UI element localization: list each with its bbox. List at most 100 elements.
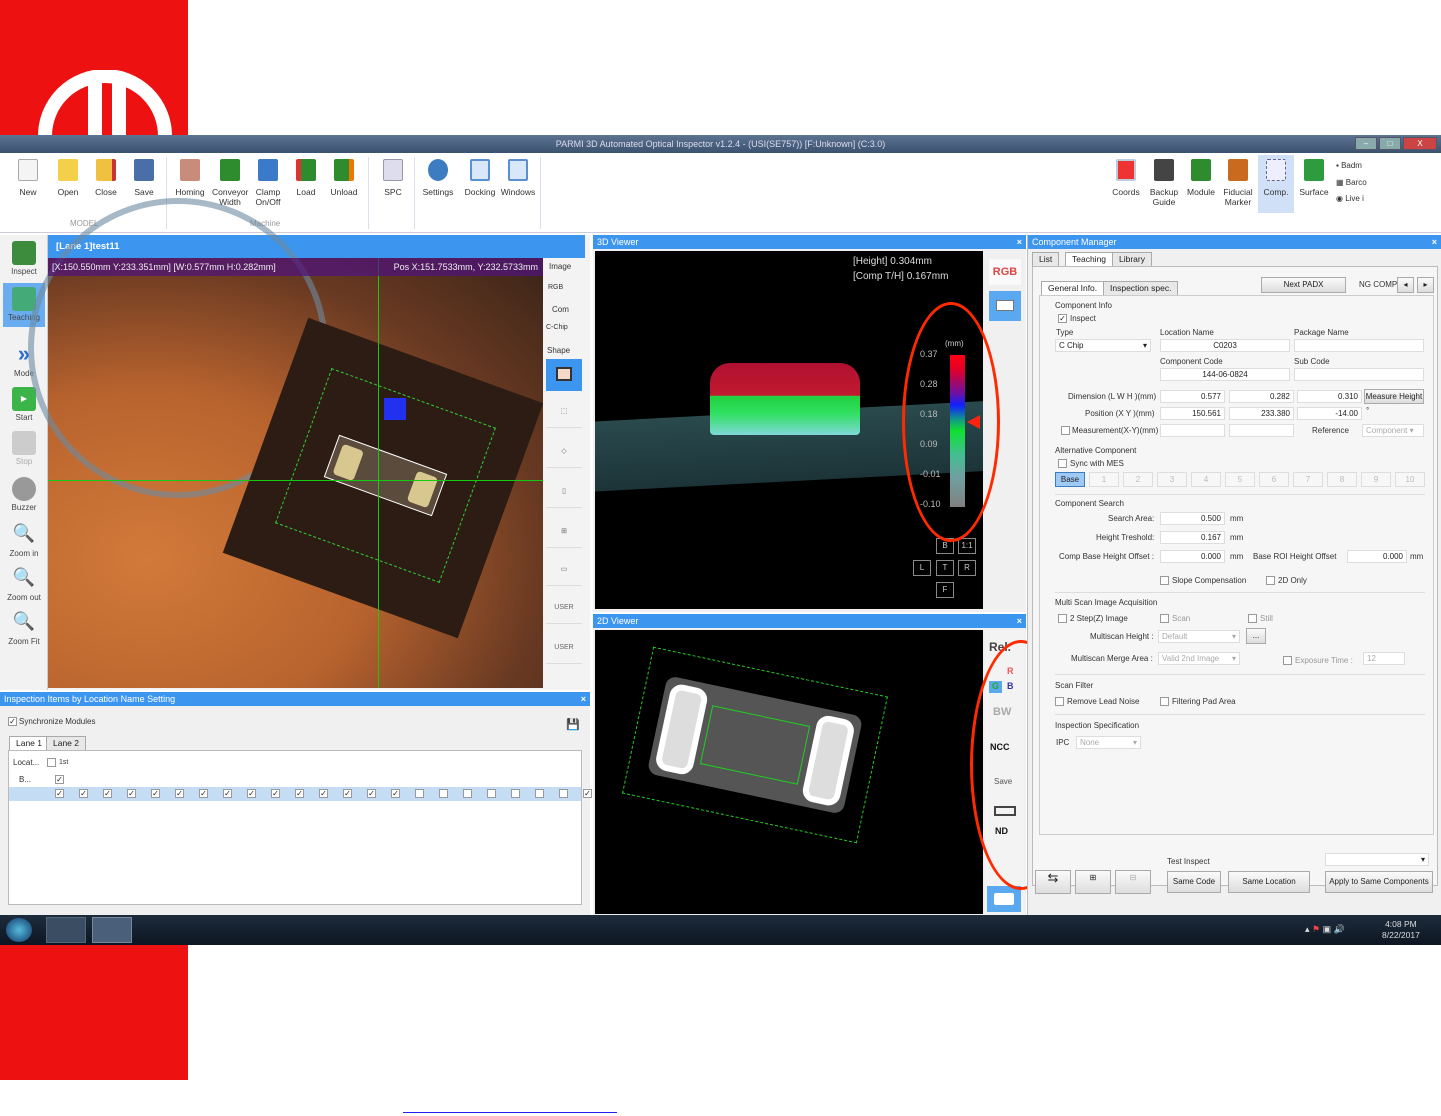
roi-offset-input[interactable]: 0.000 <box>1347 550 1407 563</box>
ribbon-barcode-button[interactable]: ▦ Barco <box>1336 178 1367 187</box>
filtering-pad-checkbox[interactable] <box>1160 697 1169 706</box>
sub-code-input[interactable] <box>1294 368 1424 381</box>
sync-mes-checkbox[interactable] <box>1058 459 1067 468</box>
tab-teaching[interactable]: Teaching <box>1065 252 1114 266</box>
slope-compensation-checkbox[interactable] <box>1160 576 1169 585</box>
sync-modules-checkbox[interactable]: ✓ <box>8 717 17 726</box>
display-mode-button[interactable] <box>989 291 1021 321</box>
view-button-l[interactable]: L <box>913 560 931 576</box>
inspection-item-checkbox[interactable] <box>511 789 520 798</box>
component-code-input[interactable]: 144-06-0824 <box>1160 368 1290 381</box>
inspection-item-checkbox[interactable] <box>487 789 496 798</box>
alt-component-button[interactable]: 3 <box>1157 472 1187 487</box>
next-padx-button[interactable]: Next PADX <box>1261 277 1346 293</box>
multiscan-more-button[interactable]: ... <box>1246 628 1266 644</box>
view-button-t[interactable]: T <box>936 560 954 576</box>
ribbon-conveyor-button[interactable]: Conveyor Width <box>212 159 248 207</box>
ribbon-module-button[interactable]: Module <box>1183 159 1219 197</box>
inspection-item-checkbox[interactable]: ✓ <box>247 789 256 798</box>
alt-component-button[interactable]: 5 <box>1225 472 1255 487</box>
shape-tool-5[interactable]: ⊞ <box>546 516 582 548</box>
rotation-input[interactable]: -14.00 <box>1297 407 1362 420</box>
exposure-checkbox[interactable] <box>1283 656 1292 665</box>
tab-lane-2[interactable]: Lane 2 <box>46 736 86 750</box>
ribbon-homing-button[interactable]: Homing <box>172 159 208 197</box>
close-icon[interactable]: × <box>1017 614 1022 628</box>
view-button-1-1[interactable]: 1:1 <box>958 538 976 554</box>
dimension-h-input[interactable]: 0.310 <box>1297 390 1362 403</box>
measure-height-button[interactable]: Measure Height <box>1364 389 1424 404</box>
2step-checkbox[interactable] <box>1058 614 1067 623</box>
sidebar-zoom-out[interactable]: 🔍 Zoom out <box>3 567 45 602</box>
display-mode-button[interactable] <box>987 886 1021 912</box>
ribbon-fiducial-button[interactable]: Fiducial Marker <box>1220 159 1256 207</box>
inspection-item-checkbox[interactable]: ✓ <box>583 789 592 798</box>
ribbon-live-button[interactable]: ◉ Live i <box>1336 194 1364 203</box>
tab-list[interactable]: List <box>1032 252 1060 266</box>
inspection-item-checkbox[interactable]: ✓ <box>271 789 280 798</box>
still-checkbox[interactable] <box>1248 614 1257 623</box>
inspection-item-checkbox[interactable]: ✓ <box>391 789 400 798</box>
chip-dropdown[interactable]: C-Chip <box>546 324 568 331</box>
remove-lead-noise-checkbox[interactable] <box>1055 697 1064 706</box>
position-y-input[interactable]: 233.380 <box>1229 407 1294 420</box>
alt-component-button[interactable]: 6 <box>1259 472 1289 487</box>
close-icon[interactable]: × <box>1432 235 1437 249</box>
taskbar-app-aoi[interactable] <box>92 917 132 943</box>
alt-component-button[interactable]: 1 <box>1089 472 1119 487</box>
package-name-input[interactable] <box>1294 339 1424 352</box>
alt-component-button[interactable]: 2 <box>1123 472 1153 487</box>
sidebar-buzzer[interactable]: Buzzer <box>3 477 45 512</box>
inspection-item-checkbox[interactable]: ✓ <box>343 789 352 798</box>
position-x-input[interactable]: 150.561 <box>1160 407 1225 420</box>
inspection-item-checkbox[interactable] <box>415 789 424 798</box>
ribbon-coords-button[interactable]: Coords <box>1108 159 1144 197</box>
test-inspect-select[interactable]: ▾ <box>1325 853 1429 866</box>
2d-only-checkbox[interactable] <box>1266 576 1275 585</box>
sidebar-zoom-fit[interactable]: 🔍 Zoom Fit <box>3 611 45 646</box>
shape-tool-3[interactable]: ◇ <box>546 436 582 468</box>
view-button-f[interactable]: F <box>936 582 954 598</box>
view-button-r[interactable]: R <box>958 560 976 576</box>
ribbon-close-button[interactable]: Close <box>88 159 124 197</box>
ribbon-windows-button[interactable]: Windows <box>500 159 536 197</box>
user-tool-2[interactable]: USER <box>546 632 582 664</box>
location-name-input[interactable]: C0203 <box>1160 339 1290 352</box>
exposure-input[interactable]: 12 <box>1363 652 1405 665</box>
multiscan-height-select[interactable]: Default ▾ <box>1158 630 1240 643</box>
dimension-l-input[interactable]: 0.577 <box>1160 390 1225 403</box>
height-threshold-input[interactable]: 0.167 <box>1160 531 1225 544</box>
ribbon-unload-button[interactable]: Unload <box>326 159 362 197</box>
close-icon[interactable]: × <box>581 692 586 706</box>
alt-component-button[interactable]: 9 <box>1361 472 1391 487</box>
search-area-input[interactable]: 0.500 <box>1160 512 1225 525</box>
same-location-button[interactable]: Same Location <box>1228 871 1310 893</box>
ribbon-new-button[interactable]: New <box>10 159 46 197</box>
same-code-button[interactable]: Same Code <box>1167 871 1221 893</box>
tab-library[interactable]: Library <box>1112 252 1152 266</box>
maximize-button[interactable]: □ <box>1379 137 1401 150</box>
measurement-y-input[interactable] <box>1229 424 1294 437</box>
sidebar-zoom-in[interactable]: 🔍 Zoom in <box>3 523 45 558</box>
inspection-item-checkbox[interactable]: ✓ <box>367 789 376 798</box>
tab-general-info[interactable]: General Info. <box>1041 281 1105 295</box>
ribbon-settings-button[interactable]: Settings <box>420 159 456 197</box>
row-board-checkbox[interactable]: ✓ <box>55 775 64 784</box>
column-1st-checkbox[interactable] <box>47 758 56 767</box>
ng-prev-button[interactable]: ◂ <box>1397 277 1414 293</box>
inspection-item-checkbox[interactable] <box>559 789 568 798</box>
ipc-select[interactable]: None ▾ <box>1076 736 1141 749</box>
ribbon-save-button[interactable]: Save <box>126 159 162 197</box>
inspection-item-checkbox[interactable] <box>439 789 448 798</box>
tray-icons[interactable]: ▴ ⚑ ▣ 🔊 <box>1305 924 1345 935</box>
base-offset-input[interactable]: 0.000 <box>1160 550 1225 563</box>
inspection-item-checkbox[interactable]: ✓ <box>175 789 184 798</box>
slide-link-underline[interactable] <box>403 1112 617 1113</box>
shape-rect-tool[interactable] <box>546 359 582 391</box>
inspection-item-checkbox[interactable] <box>463 789 472 798</box>
user-tool-1[interactable]: USER <box>546 592 582 624</box>
table-row[interactable]: ✓ ✓ ✓ ✓ ✓ ✓ ✓ ✓ ✓ ✓ ✓ ✓ ✓ ✓ ✓ ✓ <box>9 787 592 801</box>
ribbon-surface-button[interactable]: Surface <box>1296 159 1332 197</box>
alt-component-button[interactable]: 7 <box>1293 472 1323 487</box>
inspect-checkbox[interactable]: ✓ <box>1058 314 1067 323</box>
